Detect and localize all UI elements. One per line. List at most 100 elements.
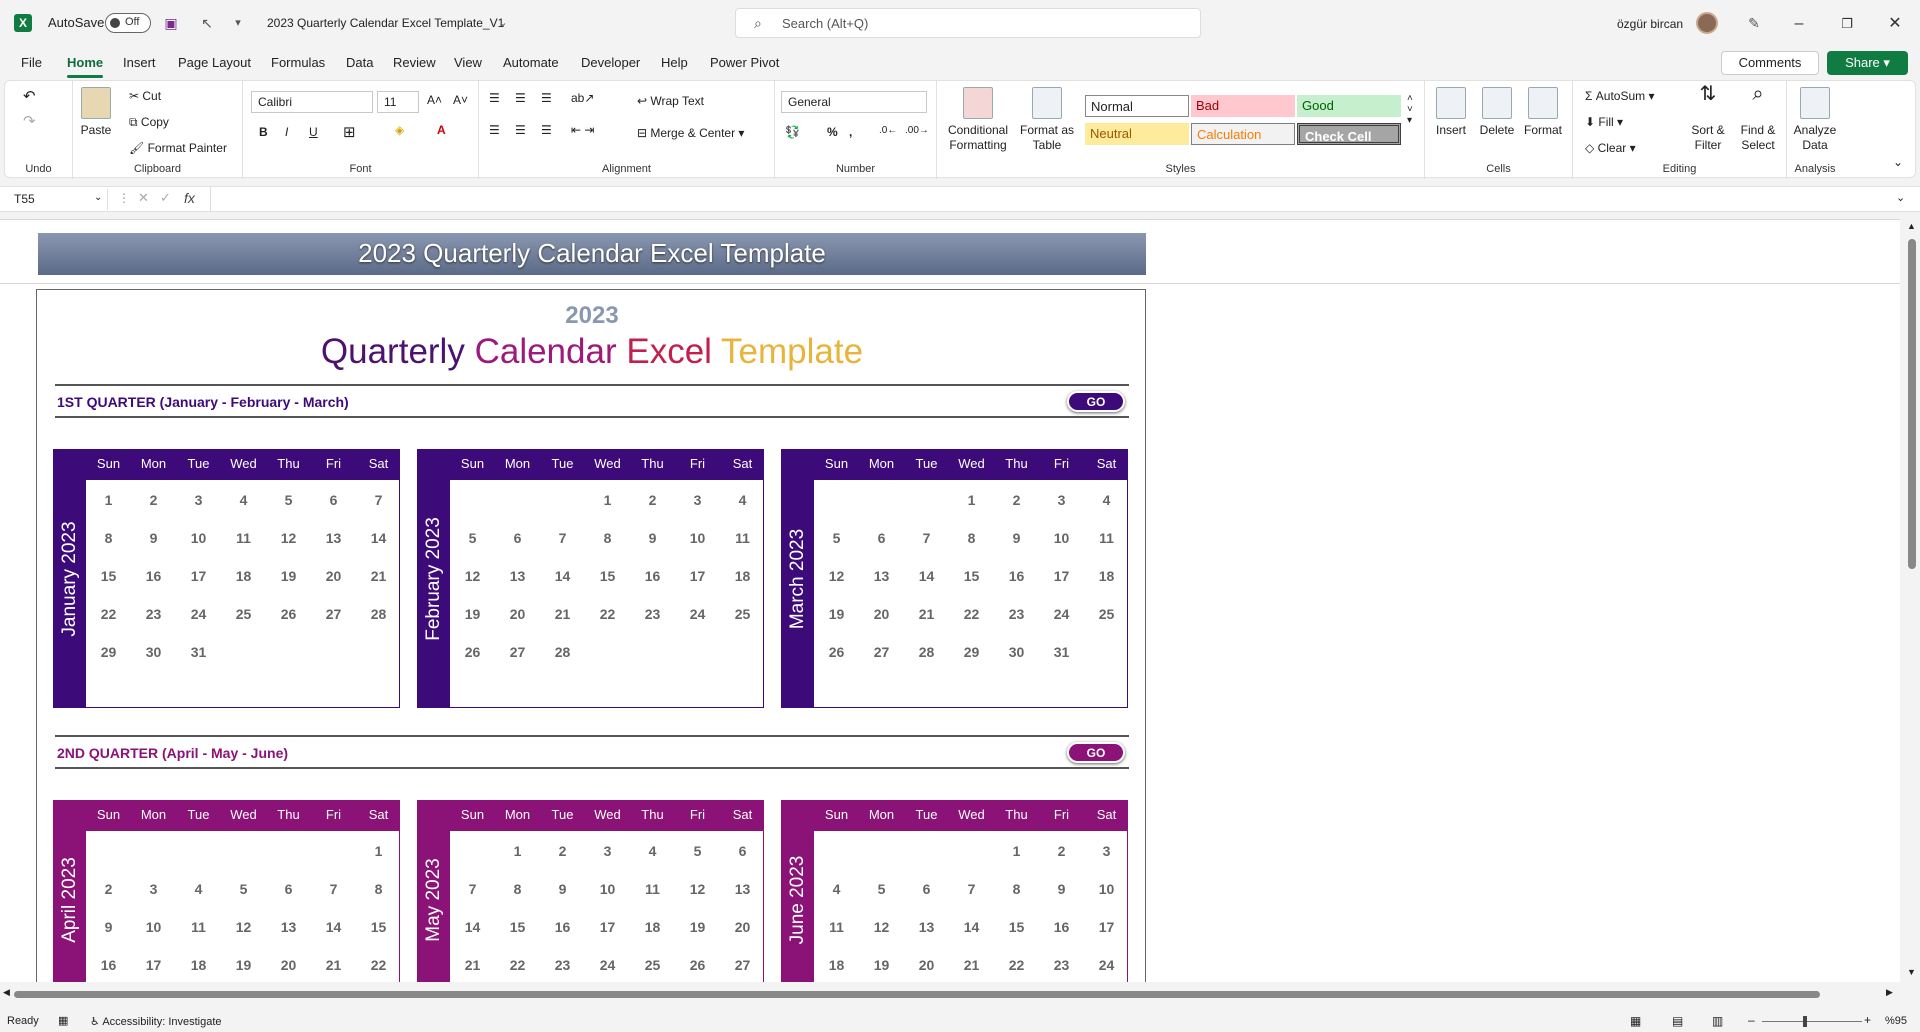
tab-file[interactable]: File: [21, 55, 42, 70]
day-cell[interactable]: 30: [994, 644, 1039, 660]
day-cell[interactable]: 8: [495, 881, 540, 897]
day-cell[interactable]: 1: [356, 843, 401, 859]
day-cell[interactable]: 3: [675, 492, 720, 508]
day-cell[interactable]: 27: [495, 644, 540, 660]
day-cell[interactable]: 27: [311, 606, 356, 622]
customize-qat-icon[interactable]: ▾: [229, 14, 247, 32]
font-color-icon[interactable]: A: [437, 123, 446, 137]
horizontal-scrollbar[interactable]: ◀ ▶: [0, 987, 1900, 1001]
style-normal[interactable]: Normal: [1085, 95, 1189, 117]
day-cell[interactable]: 7: [949, 881, 994, 897]
borders-icon[interactable]: ⊞: [343, 123, 356, 141]
day-cell[interactable]: 3: [1039, 492, 1084, 508]
day-cell[interactable]: 5: [221, 881, 266, 897]
day-cell[interactable]: 13: [495, 568, 540, 584]
day-cell[interactable]: 1: [585, 492, 630, 508]
day-cell[interactable]: 25: [630, 957, 675, 973]
minimize-icon[interactable]: –: [1787, 12, 1811, 36]
tab-developer[interactable]: Developer: [581, 55, 640, 70]
day-cell[interactable]: 8: [356, 881, 401, 897]
day-cell[interactable]: 29: [949, 644, 994, 660]
formula-bar-handle-icon[interactable]: ⋮: [118, 191, 130, 205]
day-cell[interactable]: 9: [630, 530, 675, 546]
day-cell[interactable]: 7: [904, 530, 949, 546]
day-cell[interactable]: 15: [86, 568, 131, 584]
redo-icon[interactable]: ↷: [23, 112, 36, 130]
day-cell[interactable]: 12: [450, 568, 495, 584]
autosave-toggle[interactable]: Off: [105, 13, 151, 33]
day-cell[interactable]: 7: [540, 530, 585, 546]
insert-cells-button[interactable]: Insert: [1431, 87, 1471, 138]
align-top-icon[interactable]: ☰: [489, 91, 500, 105]
day-cell[interactable]: 28: [904, 644, 949, 660]
analyze-data-button[interactable]: Analyze Data: [1791, 87, 1839, 153]
name-box-dropdown-icon[interactable]: ⌄: [94, 192, 102, 203]
day-cell[interactable]: 20: [720, 919, 765, 935]
day-cell[interactable]: 26: [266, 606, 311, 622]
day-cell[interactable]: 17: [1039, 568, 1084, 584]
day-cell[interactable]: 4: [630, 843, 675, 859]
day-cell[interactable]: 24: [675, 606, 720, 622]
day-cell[interactable]: 12: [221, 919, 266, 935]
day-cell[interactable]: 10: [585, 881, 630, 897]
day-cell[interactable]: 9: [994, 530, 1039, 546]
day-cell[interactable]: 17: [1084, 919, 1129, 935]
day-cell[interactable]: 4: [814, 881, 859, 897]
formula-input[interactable]: [210, 187, 1890, 211]
font-size-dropdown[interactable]: 11: [377, 91, 419, 113]
day-cell[interactable]: 20: [495, 606, 540, 622]
tab-home[interactable]: Home: [67, 55, 104, 78]
tab-data[interactable]: Data: [346, 55, 373, 70]
align-middle-icon[interactable]: ☰: [515, 91, 526, 105]
day-cell[interactable]: 21: [949, 957, 994, 973]
day-cell[interactable]: 6: [720, 843, 765, 859]
search-box[interactable]: ⌕ Search (Alt+Q): [735, 8, 1201, 38]
day-cell[interactable]: 8: [994, 881, 1039, 897]
day-cell[interactable]: 11: [814, 919, 859, 935]
day-cell[interactable]: 8: [585, 530, 630, 546]
day-cell[interactable]: 9: [86, 919, 131, 935]
enter-icon[interactable]: ✓: [160, 190, 171, 206]
sort-filter-button[interactable]: ⇅ Sort & Filter: [1685, 84, 1731, 153]
day-cell[interactable]: 2: [131, 492, 176, 508]
style-check-cell[interactable]: Check Cell: [1297, 123, 1401, 145]
day-cell[interactable]: 14: [356, 530, 401, 546]
day-cell[interactable]: 15: [994, 919, 1039, 935]
day-cell[interactable]: 5: [859, 881, 904, 897]
zoom-out-icon[interactable]: –: [1748, 1013, 1755, 1027]
fill-color-icon[interactable]: ◈: [395, 123, 404, 137]
paste-button[interactable]: Paste: [79, 87, 113, 138]
day-cell[interactable]: 1: [949, 492, 994, 508]
normal-view-icon[interactable]: ▦: [1630, 1014, 1641, 1028]
day-cell[interactable]: 12: [814, 568, 859, 584]
day-cell[interactable]: 14: [450, 919, 495, 935]
day-cell[interactable]: 7: [450, 881, 495, 897]
day-cell[interactable]: 28: [540, 644, 585, 660]
day-cell[interactable]: 22: [495, 957, 540, 973]
day-cell[interactable]: 8: [949, 530, 994, 546]
tab-automate[interactable]: Automate: [503, 55, 559, 70]
day-cell[interactable]: 3: [131, 881, 176, 897]
share-button[interactable]: Share ▾: [1827, 51, 1908, 75]
day-cell[interactable]: 7: [311, 881, 356, 897]
day-cell[interactable]: 10: [675, 530, 720, 546]
day-cell[interactable]: 16: [994, 568, 1039, 584]
style-calculation[interactable]: Calculation: [1191, 123, 1295, 145]
tab-insert[interactable]: Insert: [123, 55, 156, 70]
day-cell[interactable]: 25: [221, 606, 266, 622]
clear-button[interactable]: ◇ Clear ▾: [1585, 141, 1636, 155]
document-title[interactable]: 2023 Quarterly Calendar Excel Template_V…: [267, 16, 504, 30]
day-cell[interactable]: 18: [720, 568, 765, 584]
day-cell[interactable]: 4: [176, 881, 221, 897]
day-cell[interactable]: 27: [859, 644, 904, 660]
increase-decimal-icon[interactable]: .0←: [879, 125, 897, 136]
vertical-scrollbar[interactable]: ▲ ▼: [1903, 219, 1920, 982]
comments-button[interactable]: Comments: [1721, 51, 1819, 75]
day-cell[interactable]: 9: [540, 881, 585, 897]
day-cell[interactable]: 18: [221, 568, 266, 584]
tab-formulas[interactable]: Formulas: [271, 55, 325, 70]
day-cell[interactable]: 31: [176, 644, 221, 660]
bold-icon[interactable]: B: [259, 125, 268, 139]
day-cell[interactable]: 22: [994, 957, 1039, 973]
style-neutral[interactable]: Neutral: [1085, 123, 1189, 145]
